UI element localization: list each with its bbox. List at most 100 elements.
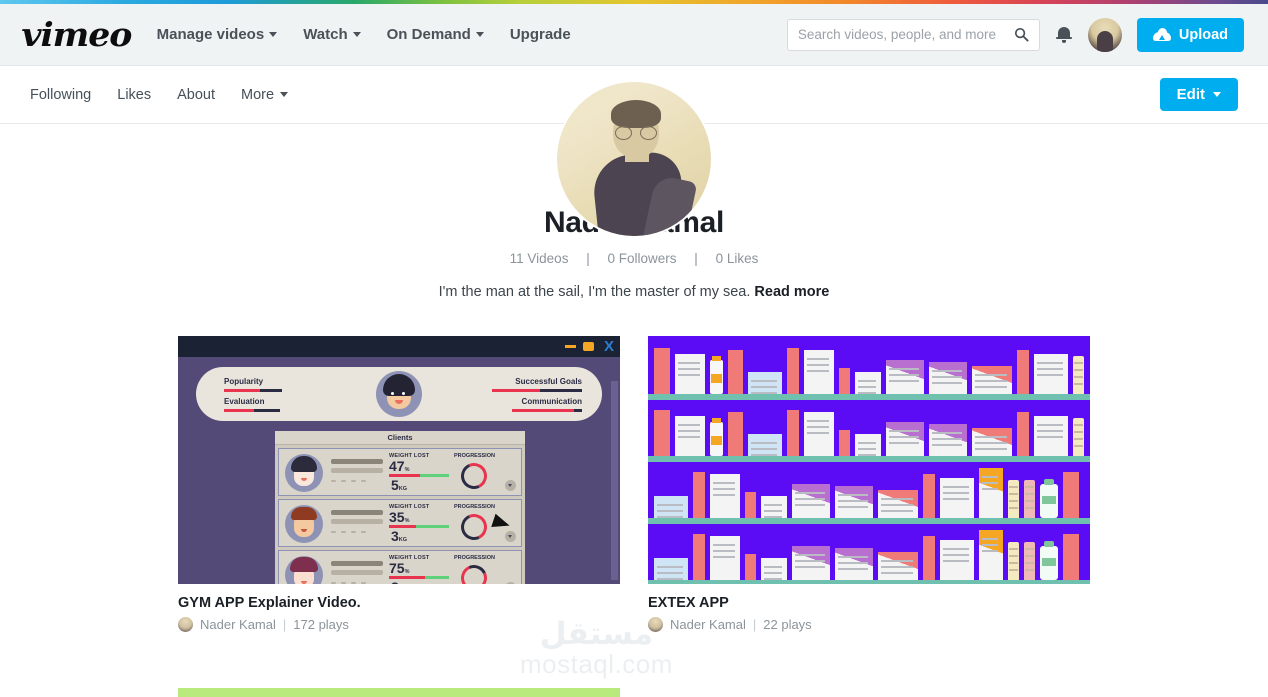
product-item (1025, 500, 1034, 502)
thumb-client-row: WEIGHT LOST 47% 5KG PROGRESSION (278, 448, 522, 496)
product-item (710, 474, 740, 518)
product-item (855, 434, 881, 456)
product-item (838, 556, 868, 558)
thumb-scrollbar[interactable] (611, 381, 618, 580)
expand-row-button[interactable] (505, 480, 516, 491)
product-item (835, 486, 873, 518)
thumb-client-row: WEIGHT LOST 75% 8KG PROGRESSION (278, 550, 522, 584)
product-item (1037, 374, 1063, 376)
tab-label: Following (30, 86, 92, 103)
video-author[interactable]: Nader Kamal (200, 617, 276, 632)
product-item (807, 364, 829, 366)
nav-item-on-demand[interactable]: On Demand (387, 26, 484, 43)
minimize-icon (565, 345, 576, 348)
thumb-client-row: WEIGHT LOST 35% 3KG PROGRESSION (278, 499, 522, 547)
product-item (804, 412, 834, 456)
upload-button[interactable]: Upload (1136, 17, 1244, 52)
next-video-row-partial[interactable] (178, 688, 620, 697)
product-item (713, 544, 735, 546)
vimeo-logo[interactable]: vimeo (21, 15, 132, 54)
product-item (792, 546, 830, 580)
thumb-clients-panel: Clients WEIGHT LOST 47% 5KG PROGRESSION … (275, 431, 525, 584)
product-item (678, 368, 700, 370)
tab-likes[interactable]: Likes (117, 87, 151, 103)
product-item (932, 444, 962, 446)
shelf (648, 394, 1090, 400)
edit-button[interactable]: Edit (1159, 78, 1238, 111)
thumb-panel-title: Clients (275, 431, 525, 445)
progression-ring (457, 510, 491, 544)
product-item (1037, 436, 1063, 438)
tab-more[interactable]: More (241, 86, 289, 103)
product-item (654, 348, 670, 394)
product-item (975, 442, 1007, 444)
nav-item-watch[interactable]: Watch (303, 26, 361, 43)
stat-followers[interactable]: 0 Followers (608, 251, 677, 266)
product-item (1009, 493, 1018, 495)
product-item (657, 510, 683, 512)
tab-label: More (241, 86, 275, 103)
video-thumbnail-extex-app[interactable] (648, 336, 1090, 584)
expand-row-button[interactable] (505, 582, 516, 584)
video-thumbnail-gym-app[interactable]: X Popularity Evaluation Successful Goals… (178, 336, 620, 584)
thumb-label-evaluation: Evaluation (224, 397, 265, 406)
product-item (713, 488, 735, 490)
video-title[interactable]: EXTEX APP (648, 595, 1090, 611)
percent-unit: % (404, 569, 410, 575)
product-item (889, 380, 919, 382)
account-avatar[interactable] (1087, 17, 1122, 52)
product-item (654, 496, 688, 518)
product-item (792, 484, 830, 518)
client-percent: 35 (389, 509, 405, 525)
site-header: vimeo Manage videos Watch On Demand Upgr… (0, 4, 1268, 66)
meta-separator: | (752, 617, 757, 632)
tab-about[interactable]: About (177, 87, 215, 103)
video-plays: 22 plays (763, 617, 812, 632)
read-more-link[interactable]: Read more (754, 284, 829, 300)
product-item (943, 486, 969, 488)
thumb-label-communication: Communication (521, 397, 582, 406)
product-item (858, 386, 876, 388)
author-avatar (648, 617, 663, 632)
product-item (1074, 383, 1083, 385)
profile-avatar-wrap[interactable] (555, 80, 713, 238)
product-item (657, 572, 683, 574)
thumb-label-popularity: Popularity (224, 377, 264, 386)
product-item (795, 504, 825, 506)
profile-avatar[interactable] (555, 80, 713, 238)
product-item (975, 374, 1007, 376)
search-icon[interactable] (1014, 27, 1029, 42)
nav-item-manage-videos[interactable]: Manage videos (157, 26, 278, 43)
thumb-stats-card: Popularity Evaluation Successful Goals C… (196, 367, 602, 421)
product-item (1017, 412, 1029, 456)
client-kg: 5 (391, 477, 399, 493)
search-box[interactable] (786, 18, 1040, 51)
product-item (807, 370, 829, 372)
upload-label: Upload (1178, 26, 1228, 43)
product-item (1009, 555, 1018, 557)
stat-videos[interactable]: 11 Videos (510, 251, 569, 266)
stat-likes[interactable]: 0 Likes (716, 251, 759, 266)
product-item (1074, 424, 1083, 426)
product-item (982, 538, 998, 540)
nav-item-upgrade[interactable]: Upgrade (510, 26, 571, 43)
bell-icon[interactable] (1055, 25, 1073, 45)
product-item (795, 492, 825, 494)
product-item (858, 454, 876, 456)
meta-separator: | (282, 617, 287, 632)
product-item (1025, 569, 1034, 571)
product-item (1009, 507, 1018, 509)
product-item (751, 386, 777, 388)
product-item (1074, 438, 1083, 440)
thumb-label-successful-goals: Successful Goals (515, 377, 582, 386)
tab-following[interactable]: Following (30, 87, 91, 103)
product-item (982, 488, 998, 490)
search-input[interactable] (797, 27, 1014, 42)
client-percent: 75 (389, 560, 405, 576)
product-item (764, 510, 782, 512)
video-author[interactable]: Nader Kamal (670, 617, 746, 632)
expand-row-button[interactable] (505, 531, 516, 542)
product-item (932, 432, 962, 434)
product-item (807, 420, 829, 422)
video-title[interactable]: GYM APP Explainer Video. (178, 595, 620, 611)
